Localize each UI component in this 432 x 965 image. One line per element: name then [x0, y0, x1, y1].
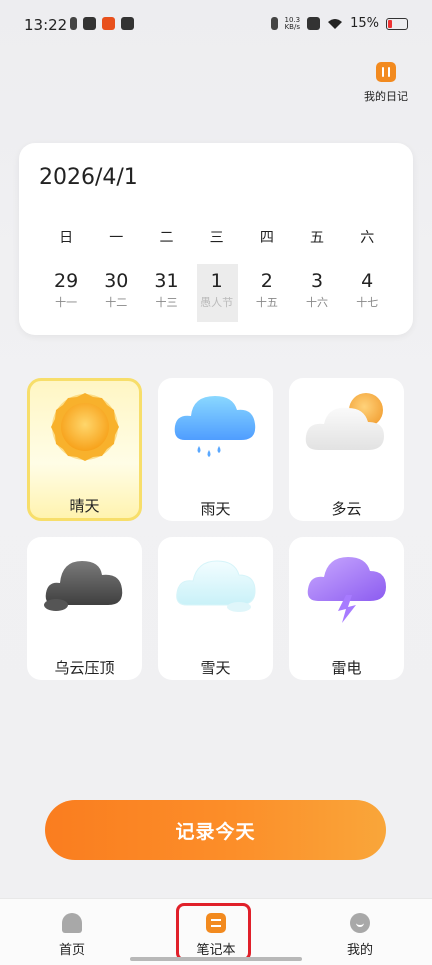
nav-home[interactable]: 首页: [32, 913, 112, 958]
dark-cloud-icon: [43, 561, 122, 611]
lunar-date: 十五: [255, 296, 278, 309]
weather-option-rainy[interactable]: 雨天: [158, 378, 273, 521]
weekday-label: 二: [159, 230, 174, 246]
message-notification-icon: [121, 17, 134, 30]
weather-option-cloudy[interactable]: 多云: [289, 378, 404, 521]
lunar-date: 十三: [155, 296, 178, 309]
day-number: 3: [310, 270, 324, 292]
home-indicator[interactable]: [130, 957, 302, 961]
notebook-icon: [206, 913, 226, 933]
lunar-date: 十一: [55, 296, 78, 309]
nav-label: 我的: [346, 943, 373, 958]
day-number: 30: [104, 270, 129, 292]
lunar-date: 十二: [105, 296, 128, 309]
network-speed-unit: KB/s: [284, 22, 300, 31]
weather-option-snowy[interactable]: 雪天: [158, 537, 273, 680]
shop-notification-icon: [102, 17, 115, 30]
weekday-label: 日: [59, 230, 74, 246]
my-diary-label: 我的日记: [364, 90, 408, 103]
calendar-date[interactable]: 2026/4/1: [39, 165, 138, 190]
cloudy-icon: [305, 393, 384, 450]
nav-profile[interactable]: 我的: [320, 913, 400, 958]
status-right: 10.3 KB/s 15%: [270, 16, 408, 31]
pause-icon: [376, 62, 396, 82]
weather-label: 晴天: [69, 497, 100, 515]
weather-option-dark-clouds[interactable]: 乌云压顶: [27, 537, 142, 680]
status-bar: 13:22 10.3 KB/s 15%: [0, 0, 432, 50]
day-number: 4: [361, 270, 374, 292]
calendar-day[interactable]: 30 十二: [91, 264, 141, 322]
snow-cloud-icon: [175, 560, 256, 612]
rain-cloud-icon: [174, 396, 255, 457]
calendar-day-selected[interactable]: 1 愚人节: [192, 264, 242, 322]
record-today-button[interactable]: 记录今天: [45, 800, 386, 860]
calendar-days: 29 十一 30 十二 31 十三 1 愚人节 2 十五 3 十六 4 十七: [41, 264, 411, 322]
calendar-day[interactable]: 3 十六: [292, 264, 342, 322]
battery-percent: 15%: [350, 16, 379, 31]
network-speed: 10.3 KB/s: [284, 16, 301, 31]
calendar-day[interactable]: 29 十一: [41, 264, 91, 322]
calendar-day[interactable]: 4 十七: [342, 264, 392, 322]
day-number: 1: [210, 270, 223, 292]
weekday-label: 四: [259, 230, 274, 246]
bottom-nav: 首页 笔记本 我的: [0, 898, 432, 965]
home-icon: [62, 913, 82, 933]
weekday-label: 六: [360, 230, 375, 246]
weather-label: 乌云压顶: [54, 659, 115, 677]
weather-label: 雪天: [200, 659, 231, 677]
notification-icons: [70, 17, 134, 30]
weather-option-thunder[interactable]: 雷电: [289, 537, 404, 680]
thunder-cloud-icon: [307, 557, 386, 623]
day-number: 2: [260, 270, 273, 292]
weather-options: 晴天 雨天 多云 乌云压顶 雪天 雷电: [27, 378, 405, 680]
weather-option-sunny[interactable]: 晴天: [27, 378, 142, 521]
vibrate-icon: [270, 17, 278, 30]
day-number: 31: [154, 270, 179, 292]
lunar-date: 十六: [306, 296, 329, 309]
wifi-icon: [328, 18, 343, 29]
weather-label: 多云: [331, 500, 362, 518]
profile-icon: [350, 913, 370, 933]
nav-label: 笔记本: [196, 943, 236, 958]
my-diary-button[interactable]: 我的日记: [360, 62, 412, 104]
sim-icon: [70, 17, 77, 30]
weather-label: 雷电: [331, 659, 362, 677]
lunar-date: 十七: [356, 296, 379, 309]
status-time: 13:22: [24, 16, 68, 34]
lunar-date: 愚人节: [200, 296, 234, 309]
sun-icon: [50, 393, 119, 461]
sim-disabled-icon: [307, 17, 321, 30]
calendar-card: 2026/4/1 日 一 二 三 四 五 六 29 十一 30 十二 31 十三…: [19, 143, 413, 335]
weekday-label: 三: [209, 230, 224, 246]
weekday-label: 一: [109, 230, 124, 246]
weekday-label: 五: [310, 230, 325, 246]
battery-icon: [386, 17, 408, 30]
nav-notebook[interactable]: 笔记本: [176, 913, 256, 958]
day-number: 29: [54, 270, 79, 292]
nav-label: 首页: [58, 943, 85, 958]
calendar-day[interactable]: 31 十三: [141, 264, 191, 322]
calendar-weekdays: 日 一 二 三 四 五 六: [41, 227, 411, 247]
weather-label: 雨天: [200, 500, 231, 518]
app-notification-icon: [83, 17, 96, 30]
calendar-day[interactable]: 2 十五: [242, 264, 292, 322]
